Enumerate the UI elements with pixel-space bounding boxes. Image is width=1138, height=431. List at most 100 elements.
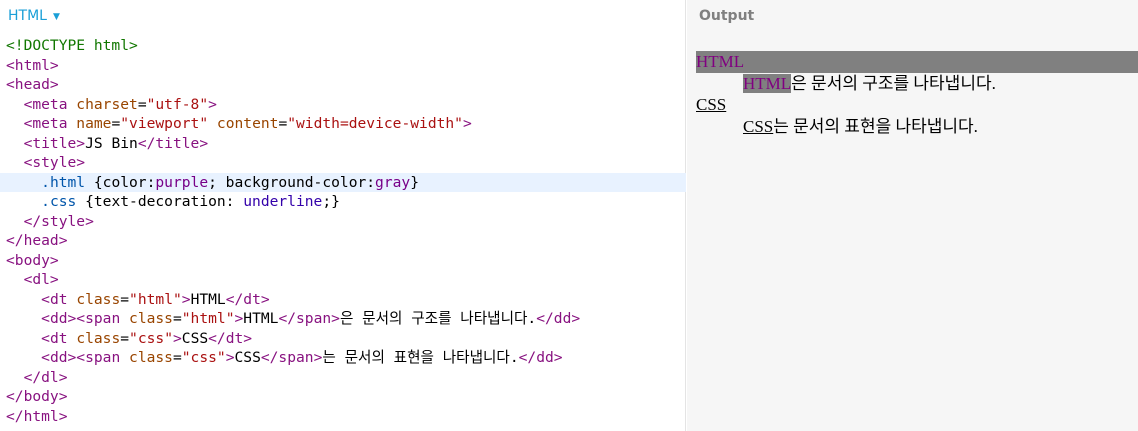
html-panel-dropdown[interactable]: HTML ▼ [8, 7, 60, 25]
code-token: class [76, 329, 121, 347]
code-token: </dl> [23, 368, 68, 386]
code-token: "css" [181, 349, 226, 366]
code-token: class [76, 290, 121, 308]
code-token: charset [76, 95, 138, 113]
code-line[interactable]: <body> [0, 251, 686, 271]
output-dd-html: HTML은 문서의 구조를 나타냅니다. [696, 73, 1138, 95]
output-title: Output [699, 8, 755, 24]
code-token: > [234, 310, 244, 327]
code-token: <meta [23, 95, 77, 113]
code-line[interactable]: <title>JS Bin</title> [0, 134, 686, 154]
code-line[interactable]: <dd><span class="css">CSS</span>는 문서의 표현… [0, 348, 686, 368]
code-token: {text-decoration: [76, 193, 244, 210]
code-line[interactable]: <html> [0, 56, 686, 76]
output-dd-css: CSS는 문서의 표현을 나타냅니다. [696, 116, 1138, 138]
code-line[interactable]: .css {text-decoration: underline;} [0, 192, 686, 212]
code-token: <style> [23, 154, 86, 171]
code-line[interactable]: <!DOCTYPE html> [0, 36, 686, 56]
html-panel-label: HTML [8, 8, 47, 24]
editor-header: HTML ▼ [0, 0, 686, 32]
code-token: .css [41, 193, 77, 210]
output-span-html: HTML [743, 73, 792, 93]
code-line[interactable]: <dt class="css">CSS</dt> [0, 329, 686, 349]
code-token: = [172, 310, 182, 327]
code-line[interactable]: </html> [0, 407, 686, 427]
code-token: <head> [6, 76, 59, 93]
code-line[interactable]: .html {color:purple; background-color:gr… [0, 172, 686, 192]
code-token: <!DOCTYPE html> [6, 37, 138, 54]
code-token: purple [155, 173, 209, 191]
code-token: "css" [129, 329, 173, 347]
code-token: "html" [129, 290, 182, 308]
code-line[interactable]: <head> [0, 75, 686, 95]
html-editor-panel: HTML ▼ <!DOCTYPE html> <html> <head> <meta… [0, 0, 686, 431]
code-token: "html" [181, 310, 235, 327]
code-token: "width=device-width" [287, 115, 463, 132]
code-token: = [137, 95, 147, 113]
code-token: 는 문서의 표현을 나타냅니다. [322, 349, 519, 366]
code-line[interactable]: </head> [0, 231, 686, 251]
code-token: <dl> [23, 271, 59, 288]
code-token: </dd> [518, 349, 563, 366]
code-line[interactable]: <meta name="viewport" content="width=dev… [0, 114, 686, 134]
code-token: <dd><span [41, 310, 130, 327]
code-token: <body> [6, 251, 59, 269]
code-token: ;} [322, 193, 340, 210]
output-dd-html-text: 은 문서의 구조를 나타냅니다. [791, 73, 996, 93]
code-token: "viewport" [120, 115, 209, 132]
code-editor[interactable]: <!DOCTYPE html> <html> <head> <meta charse… [0, 36, 686, 426]
code-token: } [410, 173, 419, 191]
code-token: > [462, 115, 472, 132]
code-line[interactable]: </style> [0, 212, 686, 232]
code-line[interactable]: <dl> [0, 270, 686, 290]
code-token: {color: [85, 173, 156, 191]
code-token: gray [375, 173, 411, 191]
code-token: </span> [260, 349, 323, 366]
code-token: <title> [23, 134, 86, 152]
code-token: </title> [137, 134, 209, 152]
code-token: </html> [6, 407, 68, 425]
code-token: class [129, 310, 173, 327]
code-token: > [225, 349, 235, 366]
code-token: <dt [41, 329, 77, 347]
code-token: <dt [41, 290, 77, 308]
code-token: </dt> [225, 290, 270, 308]
code-line[interactable]: <meta charset="utf-8"> [0, 95, 686, 115]
code-token: .html [41, 173, 86, 191]
code-token: </dt> [208, 329, 253, 347]
code-token: ; background-color: [208, 173, 376, 191]
code-token: </head> [6, 232, 68, 249]
code-token: JS Bin [85, 134, 138, 152]
code-token: class [129, 349, 173, 366]
code-line[interactable]: <style> [0, 153, 686, 173]
code-token: </body> [6, 388, 68, 405]
code-token: </dd> [536, 310, 581, 327]
code-line[interactable]: <dd><span class="html">HTML</span>은 문서의 … [0, 309, 686, 329]
code-line[interactable]: </dl> [0, 368, 686, 388]
code-token: > [181, 290, 191, 308]
code-token: HTML [243, 310, 279, 327]
code-token: underline [243, 193, 323, 210]
output-panel: Output HTML HTML은 문서의 구조를 나타냅니다. CSS CSS… [687, 0, 1138, 431]
code-token: CSS [181, 329, 209, 347]
code-token: > [172, 329, 182, 347]
chevron-down-icon: ▼ [52, 11, 60, 22]
code-line[interactable]: <dt class="html">HTML</dt> [0, 290, 686, 310]
output-dt-html: HTML [696, 51, 1138, 73]
code-line[interactable]: </body> [0, 387, 686, 407]
output-span-css: CSS [743, 116, 774, 136]
code-token: "utf-8" [146, 95, 209, 113]
code-token: content [216, 115, 279, 132]
output-document: HTML HTML은 문서의 구조를 나타냅니다. CSS CSS는 문서의 표… [696, 51, 1138, 137]
code-token: = [172, 349, 182, 366]
